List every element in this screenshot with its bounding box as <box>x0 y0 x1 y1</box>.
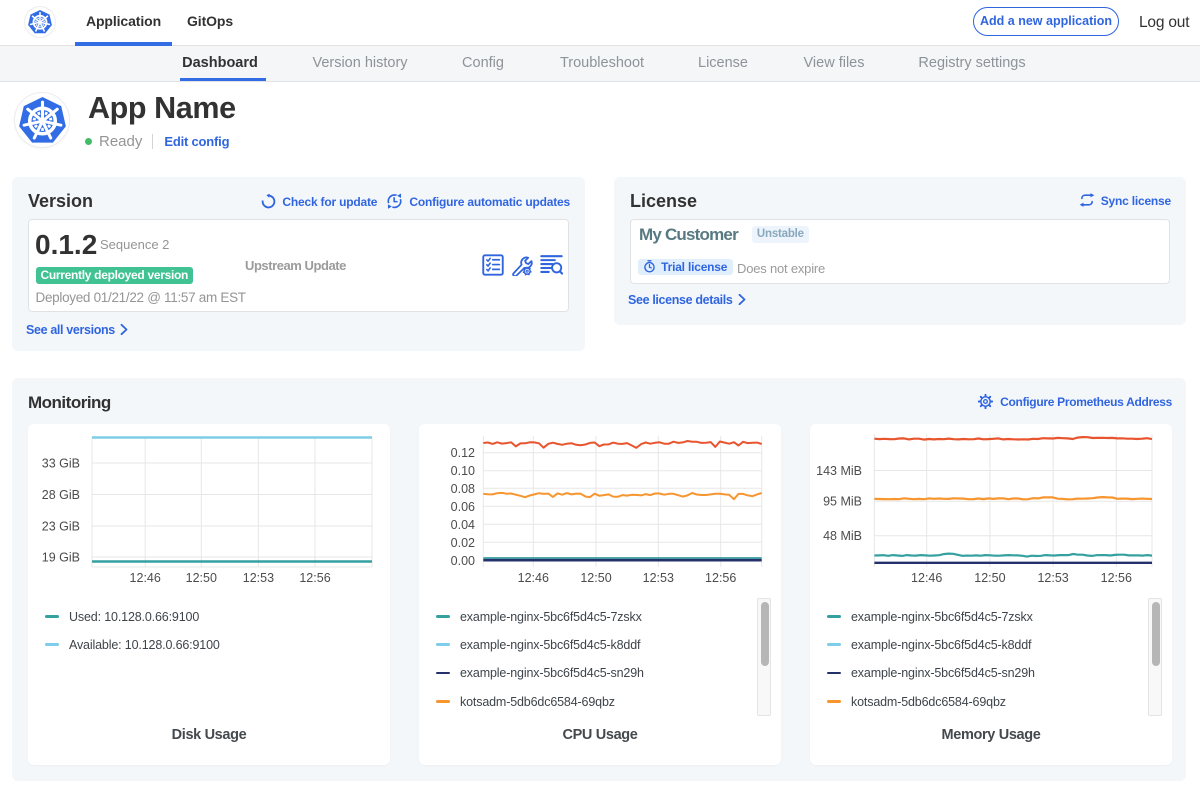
svg-text:23 GiB: 23 GiB <box>42 520 80 534</box>
svg-text:12:53: 12:53 <box>243 571 274 585</box>
svg-text:12:56: 12:56 <box>299 571 330 585</box>
svg-text:0.10: 0.10 <box>451 464 475 478</box>
svg-text:0.04: 0.04 <box>451 518 475 532</box>
svg-text:0.06: 0.06 <box>451 500 475 514</box>
svg-text:12:56: 12:56 <box>1101 571 1132 585</box>
svg-text:12:53: 12:53 <box>643 571 674 585</box>
svg-text:12:46: 12:46 <box>518 571 549 585</box>
svg-text:0.02: 0.02 <box>451 536 475 550</box>
svg-text:12:46: 12:46 <box>911 571 942 585</box>
svg-text:12:56: 12:56 <box>705 571 736 585</box>
svg-text:48 MiB: 48 MiB <box>823 529 862 543</box>
svg-text:33 GiB: 33 GiB <box>42 457 80 471</box>
svg-text:12:50: 12:50 <box>186 571 217 585</box>
svg-text:12:50: 12:50 <box>580 571 611 585</box>
svg-text:12:50: 12:50 <box>974 571 1005 585</box>
svg-text:12:53: 12:53 <box>1037 571 1068 585</box>
svg-text:12:46: 12:46 <box>130 571 161 585</box>
svg-text:0.00: 0.00 <box>451 554 475 568</box>
svg-text:28 GiB: 28 GiB <box>42 488 80 502</box>
svg-text:0.12: 0.12 <box>451 446 475 460</box>
svg-text:19 GiB: 19 GiB <box>42 551 80 565</box>
svg-text:143 MiB: 143 MiB <box>816 464 862 478</box>
svg-text:95 MiB: 95 MiB <box>823 495 862 509</box>
svg-text:0.08: 0.08 <box>451 482 475 496</box>
